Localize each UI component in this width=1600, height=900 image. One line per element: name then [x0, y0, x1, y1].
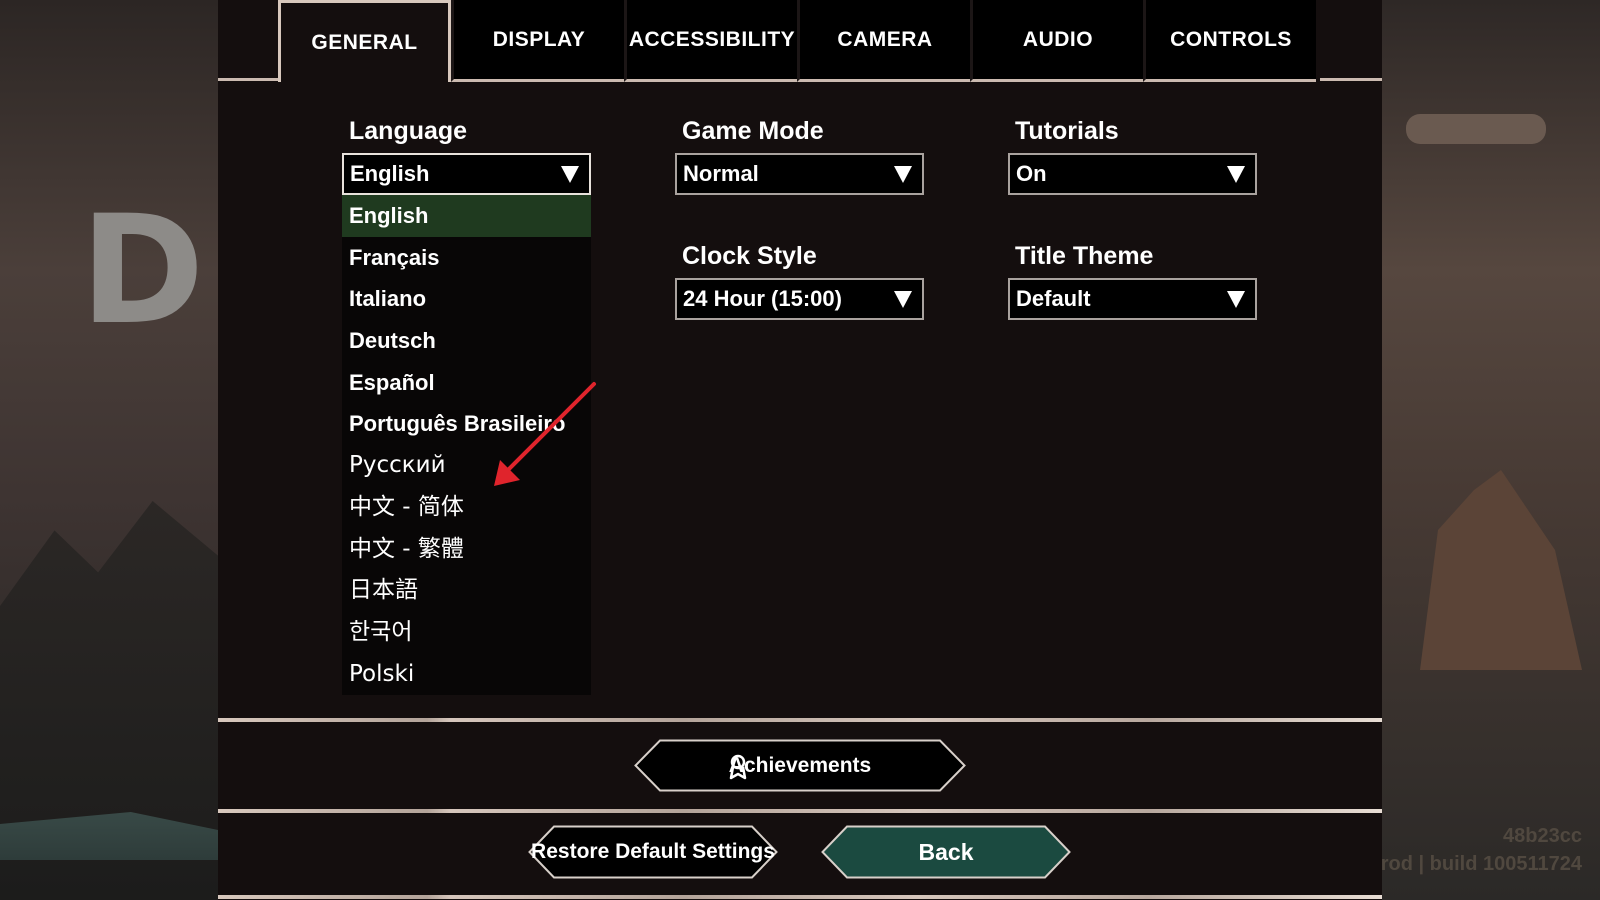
background-cloud — [1406, 114, 1546, 144]
language-label: Language — [349, 117, 468, 145]
language-setting: Language English — [342, 113, 591, 195]
award-ribbon-icon — [729, 754, 747, 779]
language-option-english[interactable]: English — [342, 195, 591, 237]
tab-controls[interactable]: CONTROLS — [1143, 0, 1316, 82]
language-option-chinese-traditional[interactable]: 中文 - 繁體 — [342, 529, 591, 571]
title-theme-setting: Title Theme Default — [1008, 238, 1257, 320]
clock-style-label: Clock Style — [682, 242, 817, 270]
build-label: rod | build 100511724 — [1380, 853, 1582, 875]
back-label: Back — [918, 838, 974, 865]
build-hash: 48b23cc — [1503, 825, 1582, 847]
language-value: English — [350, 161, 430, 186]
language-option-francais[interactable]: Français — [342, 237, 591, 279]
chevron-down-icon — [1227, 165, 1245, 183]
title-theme-label: Title Theme — [1015, 242, 1154, 270]
language-select[interactable]: English — [342, 153, 591, 195]
back-button[interactable]: Back — [821, 825, 1071, 879]
title-theme-select[interactable]: Default — [1008, 278, 1257, 320]
tutorials-setting: Tutorials On — [1008, 113, 1257, 195]
tab-underline-left — [218, 78, 280, 81]
language-option-chinese-simplified[interactable]: 中文 - 简体 — [342, 487, 591, 529]
game-mode-label: Game Mode — [682, 117, 824, 145]
language-option-japanese[interactable]: 日本語 — [342, 570, 591, 612]
tab-general[interactable]: GENERAL — [278, 0, 451, 82]
tutorials-label: Tutorials — [1015, 117, 1119, 145]
title-theme-value: Default — [1016, 286, 1091, 311]
game-mode-setting: Game Mode Normal — [675, 113, 924, 195]
language-option-italiano[interactable]: Italiano — [342, 278, 591, 320]
language-option-deutsch[interactable]: Deutsch — [342, 320, 591, 362]
background-rock — [1420, 470, 1582, 670]
restore-defaults-button[interactable]: Restore Default Settings — [528, 825, 778, 879]
divider — [218, 895, 1382, 899]
build-info: 48b23cc rod | build 100511724 — [1381, 822, 1582, 878]
achievements-label: Achievements — [728, 753, 872, 777]
language-option-polski[interactable]: Polski — [342, 654, 591, 696]
tab-accessibility[interactable]: ACCESSIBILITY — [624, 0, 797, 82]
background-game-title: DR — [80, 196, 218, 346]
restore-defaults-label: Restore Default Settings — [531, 840, 775, 863]
tab-underline-right — [1320, 78, 1382, 81]
tutorials-select[interactable]: On — [1008, 153, 1257, 195]
chevron-down-icon — [894, 290, 912, 308]
chevron-down-icon — [894, 165, 912, 183]
game-mode-select[interactable]: Normal — [675, 153, 924, 195]
annotation-arrow-icon — [494, 382, 596, 486]
chevron-down-icon — [561, 165, 579, 183]
tab-camera[interactable]: CAMERA — [797, 0, 970, 82]
settings-tabs: GENERAL DISPLAY ACCESSIBILITY CAMERA AUD… — [278, 0, 1316, 82]
language-option-korean[interactable]: 한국어 — [342, 612, 591, 654]
clock-style-setting: Clock Style 24 Hour (15:00) — [675, 238, 924, 320]
tab-audio[interactable]: AUDIO — [970, 0, 1143, 82]
game-mode-value: Normal — [683, 161, 759, 186]
background-right — [1382, 0, 1600, 900]
background-left — [0, 0, 218, 900]
tab-display[interactable]: DISPLAY — [451, 0, 624, 82]
clock-style-select[interactable]: 24 Hour (15:00) — [675, 278, 924, 320]
tutorials-value: On — [1016, 161, 1047, 186]
divider — [218, 809, 1382, 813]
clock-style-value: 24 Hour (15:00) — [683, 286, 842, 311]
chevron-down-icon — [1227, 290, 1245, 308]
divider — [218, 718, 1382, 722]
achievements-button[interactable]: Achievements — [634, 739, 966, 792]
